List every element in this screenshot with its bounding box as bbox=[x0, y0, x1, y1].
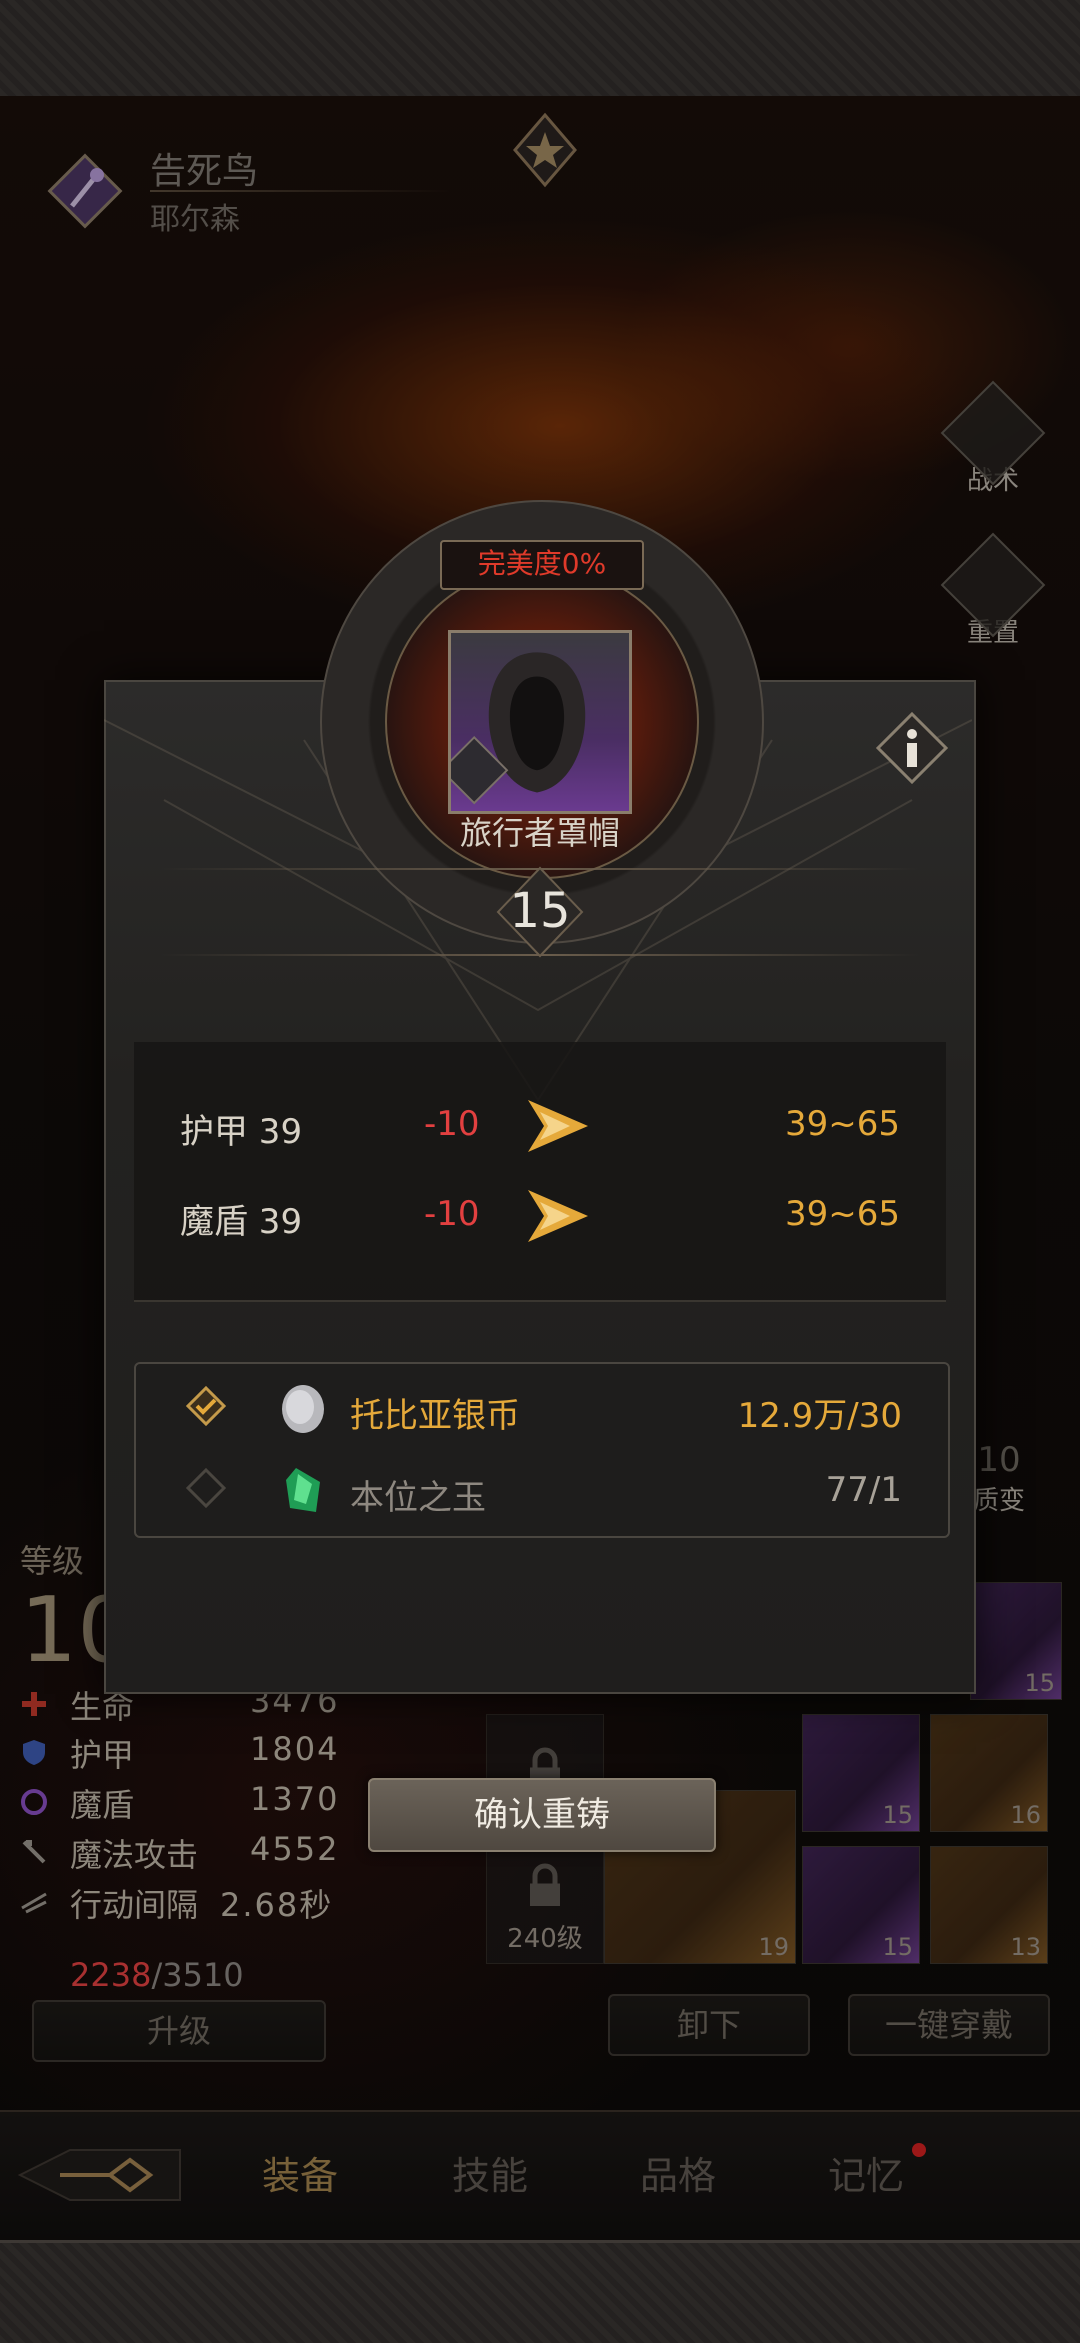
stat-range: 39~65 bbox=[784, 1194, 900, 1234]
stat-delta: -10 bbox=[424, 1194, 480, 1234]
bottom-frame bbox=[0, 2240, 1080, 2343]
checkbox-checked-icon[interactable] bbox=[186, 1386, 226, 1426]
cost-row[interactable]: 托比亚银币 12.9万/30 bbox=[136, 1370, 948, 1450]
stat-delta: -10 bbox=[424, 1104, 480, 1144]
checkbox-unchecked-icon[interactable] bbox=[186, 1468, 226, 1508]
cost-row[interactable]: 本位之玉 77/1 bbox=[136, 1452, 948, 1532]
item-level: 15 bbox=[509, 883, 571, 939]
cost-quantity: 77/1 bbox=[825, 1470, 902, 1510]
confirm-reforge-button[interactable]: 确认重铸 bbox=[368, 1778, 716, 1852]
green-jade-icon bbox=[286, 1468, 320, 1512]
stat-compare-row: 魔盾 39 -10 39~65 bbox=[134, 1186, 946, 1246]
perfection-badge: 完美度0% bbox=[440, 540, 644, 590]
cost-item-name: 本位之玉 bbox=[350, 1478, 486, 1518]
hood-icon bbox=[440, 652, 586, 805]
silver-coin-icon bbox=[282, 1385, 324, 1433]
stat-compare-panel: 护甲 39 -10 39~65 魔盾 39 -10 39~65 bbox=[134, 1042, 946, 1302]
stat-name: 护甲 39 bbox=[180, 1112, 303, 1152]
stat-name: 魔盾 39 bbox=[180, 1202, 303, 1242]
stat-compare-row: 护甲 39 -10 39~65 bbox=[134, 1096, 946, 1156]
cost-quantity: 12.9万/30 bbox=[737, 1396, 902, 1436]
item-name: 旅行者罩帽 bbox=[459, 814, 620, 852]
arrow-right-icon bbox=[528, 1100, 588, 1152]
info-icon[interactable] bbox=[876, 712, 948, 784]
reforge-cost-panel: 托比亚银币 12.9万/30 本位之玉 77/1 bbox=[134, 1362, 950, 1538]
top-frame bbox=[0, 0, 1080, 99]
stat-range: 39~65 bbox=[784, 1104, 900, 1144]
arrow-right-icon bbox=[528, 1190, 588, 1242]
item-icon-frame bbox=[440, 630, 632, 814]
cost-item-name: 托比亚银币 bbox=[350, 1396, 520, 1436]
